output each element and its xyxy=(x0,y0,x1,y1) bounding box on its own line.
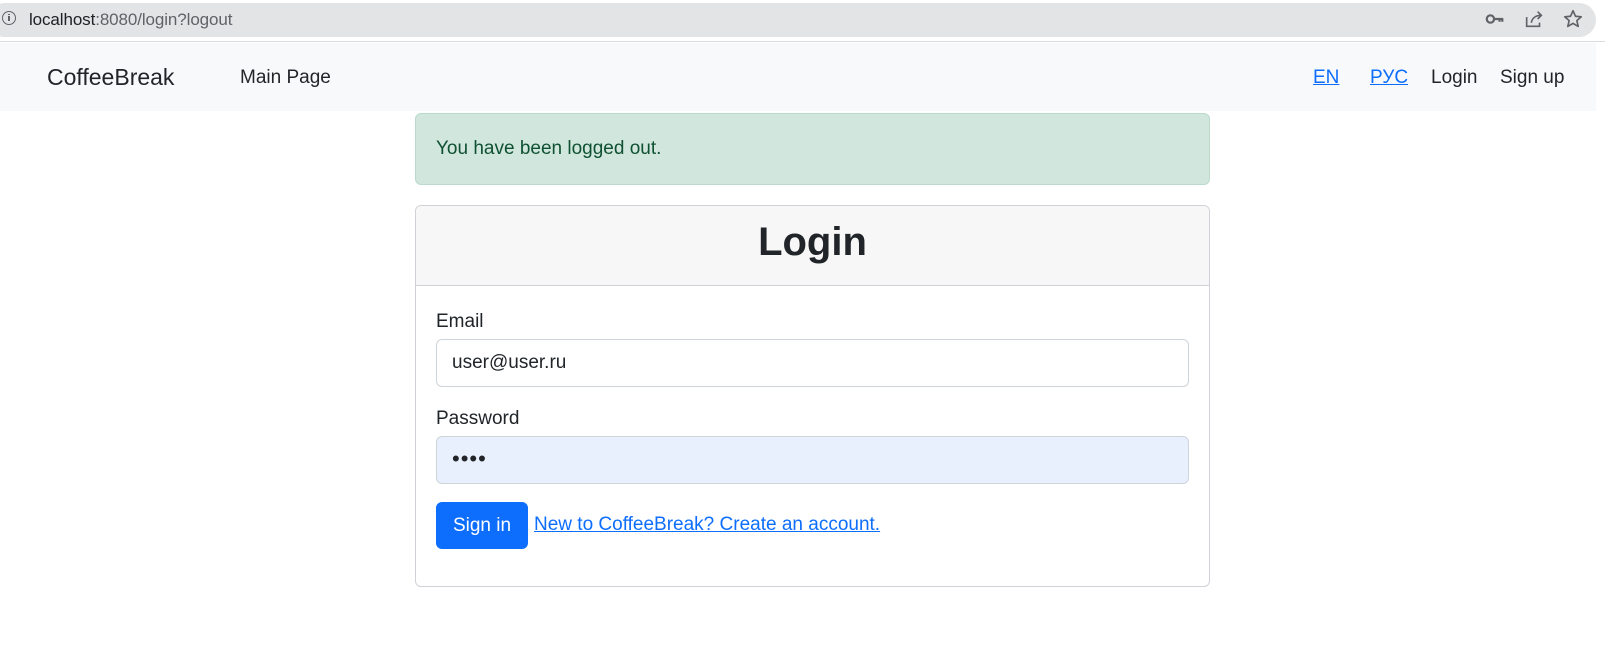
browser-toolbar: localhost:8080/login?logout xyxy=(0,0,1605,42)
create-account-link[interactable]: New to CoffeeBreak? Create an account. xyxy=(534,514,880,536)
nav-signup[interactable]: Sign up xyxy=(1500,67,1564,89)
lang-en-link[interactable]: EN xyxy=(1313,67,1339,89)
url-host: localhost xyxy=(29,10,96,29)
navbar: CoffeeBreak Main Page EN РУС Login Sign … xyxy=(0,43,1596,111)
nav-login[interactable]: Login xyxy=(1431,67,1478,89)
star-icon[interactable] xyxy=(1562,8,1584,30)
share-icon[interactable] xyxy=(1523,8,1545,30)
nav-main-page[interactable]: Main Page xyxy=(240,67,331,89)
logout-alert: You have been logged out. xyxy=(415,113,1210,185)
lang-ru-link[interactable]: РУС xyxy=(1370,67,1408,89)
page-title: Login xyxy=(758,220,867,264)
info-icon[interactable] xyxy=(2,11,16,25)
email-label: Email xyxy=(436,311,484,332)
login-form: Email Password •••• Sign in New to Coffe… xyxy=(416,286,1209,586)
card-header: Login xyxy=(416,206,1209,286)
sign-in-button[interactable]: Sign in xyxy=(436,502,528,549)
email-field[interactable] xyxy=(436,339,1189,387)
url-text[interactable]: localhost:8080/login?logout xyxy=(29,10,232,30)
key-icon[interactable] xyxy=(1484,8,1506,30)
password-field[interactable]: •••• xyxy=(436,436,1189,484)
login-card: Login Email Password •••• Sign in New to… xyxy=(415,205,1210,587)
brand-logo[interactable]: CoffeeBreak xyxy=(47,64,174,91)
address-bar[interactable] xyxy=(0,3,1596,37)
password-label: Password xyxy=(436,408,520,429)
alert-message: You have been logged out. xyxy=(436,138,662,159)
url-path: :8080/login?logout xyxy=(95,10,233,29)
